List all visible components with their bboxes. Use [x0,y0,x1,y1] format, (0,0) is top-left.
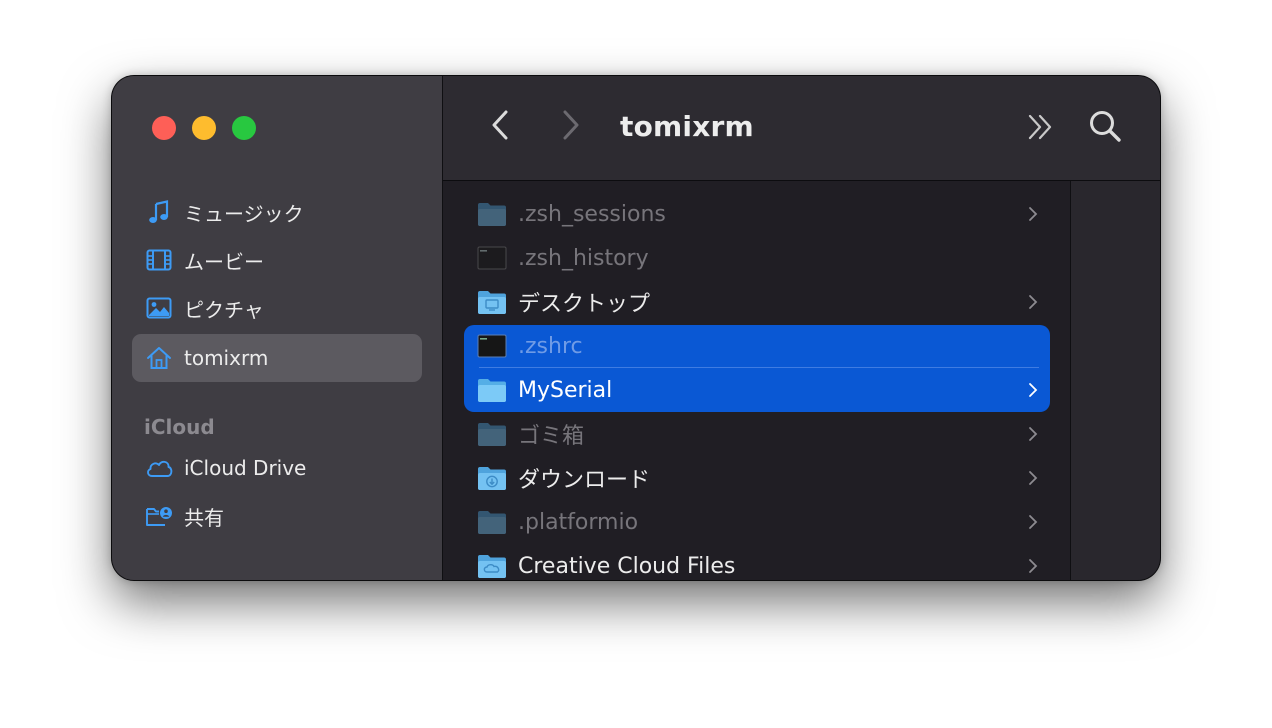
terminal-file-icon [477,245,507,271]
file-name: MySerial [518,377,613,403]
file-row[interactable]: ダウンロード [464,456,1050,500]
sidebar-item-home[interactable]: tomixrm [132,334,422,382]
sidebar-item-pictures[interactable]: ピクチャ [132,284,422,332]
sidebar-item-label: ピクチャ [184,297,264,322]
sidebar-section-icloud: iCloud [144,415,215,439]
music-note-icon [145,198,173,226]
file-name: .zsh_sessions [518,201,666,227]
photo-icon [145,294,173,322]
folder-icon [477,421,507,447]
file-row[interactable]: MySerial [464,368,1050,412]
sidebar-item-label: tomixrm [184,346,269,370]
sidebar-item-movies[interactable]: ムービー [132,236,422,284]
file-name: ゴミ箱 [518,424,585,449]
chevron-left-icon [491,110,509,144]
magnifier-icon [1088,109,1122,147]
shared-folder-icon [145,502,173,530]
file-row[interactable]: .zsh_history [464,236,1050,280]
minimize-button[interactable] [192,116,216,140]
terminal-file-icon [477,333,507,359]
folder-icon [477,377,507,403]
chevron-right-icon [562,110,580,144]
film-icon [145,246,173,274]
file-name: .platformio [518,509,639,535]
chevron-right-icon [1028,470,1040,486]
more-toolbar-button[interactable] [1025,114,1057,144]
file-name: ダウンロード [518,468,651,493]
chevron-right-icon [1028,294,1040,310]
file-name: Creative Cloud Files [518,553,736,579]
sidebar-item-label: ミュージック [184,201,304,226]
chevron-right-icon [1028,426,1040,442]
folder-icon [477,201,507,227]
file-row[interactable]: ゴミ箱 [464,412,1050,456]
window-title: tomixrm [620,110,754,143]
downloads-folder-icon [477,465,507,491]
back-button[interactable] [486,110,514,144]
file-row[interactable]: デスクトップ [464,280,1050,324]
file-row[interactable]: .platformio [464,500,1050,544]
toolbar: tomixrm [443,76,1160,181]
file-name: .zshrc [518,333,583,359]
sidebar-item-music[interactable]: ミュージック [132,188,422,236]
file-row[interactable]: .zsh_sessions [464,192,1050,236]
finder-window: ミュージック ムービー ピクチャ tomixrm iCloud iCloud D… [112,76,1160,580]
sidebar-item-icloud-drive[interactable]: iCloud Drive [132,444,422,492]
file-row[interactable]: Creative Cloud Files [464,544,1050,580]
sidebar-item-label: iCloud Drive [184,456,307,480]
chevron-right-icon [1028,382,1040,398]
chevron-right-icon [1028,514,1040,530]
chevron-right-icon [1028,206,1040,222]
search-button[interactable] [1086,109,1124,147]
file-column: .zsh_sessions .zsh_history デスクトップ .zshrc… [443,181,1071,580]
creative-cloud-folder-icon [477,553,507,579]
file-row[interactable]: .zshrc [464,324,1050,368]
file-name: デスクトップ [518,292,651,317]
cloud-icon [145,454,173,482]
folder-icon [477,509,507,535]
house-icon [145,344,173,372]
preview-column [1071,181,1160,580]
double-chevron-right-icon [1027,114,1055,144]
zoom-button[interactable] [232,116,256,140]
sidebar-item-label: 共有 [184,505,224,530]
sidebar-item-shared[interactable]: 共有 [132,492,422,540]
chevron-right-icon [1028,558,1040,574]
file-name: .zsh_history [518,245,649,271]
close-button[interactable] [152,116,176,140]
desktop-folder-icon [477,289,507,315]
sidebar: ミュージック ムービー ピクチャ tomixrm iCloud iCloud D… [112,76,443,580]
forward-button[interactable] [557,110,585,144]
sidebar-item-label: ムービー [184,249,264,274]
